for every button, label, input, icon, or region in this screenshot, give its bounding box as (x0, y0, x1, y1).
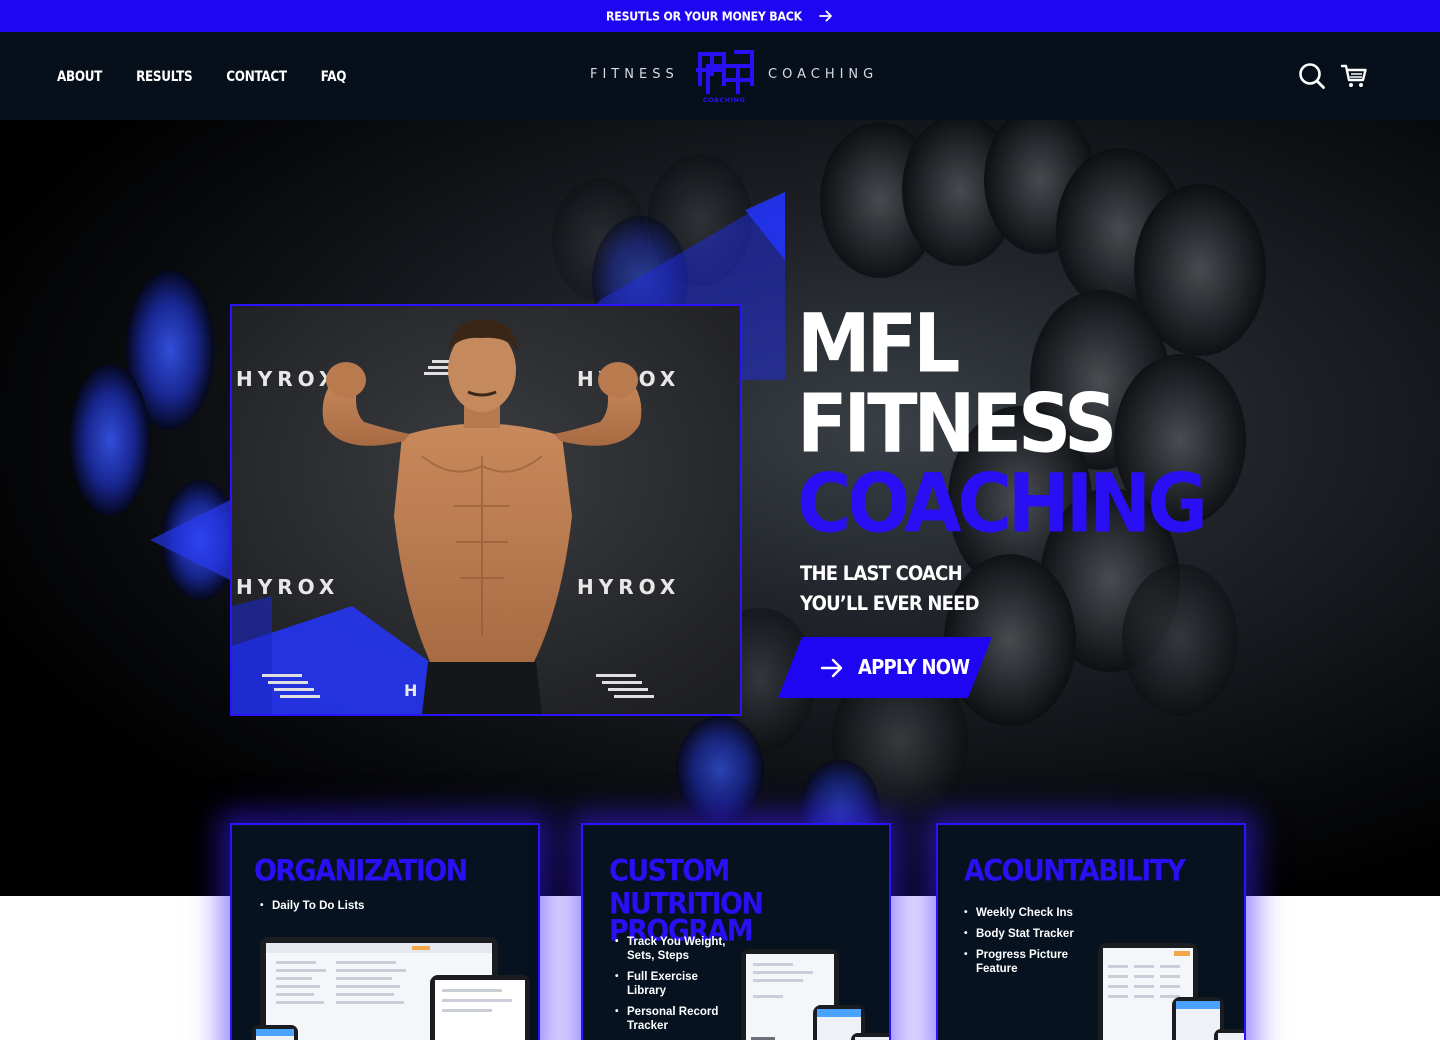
site-logo[interactable]: FITNESS COACHING COACHING (590, 46, 882, 108)
svg-text:HYROX: HYROX (236, 575, 339, 599)
card-title: ACOUNTABILITY (964, 853, 1186, 888)
list-item: Weekly Check Ins (964, 906, 1104, 920)
card-feature-list: Daily To Do Lists (260, 899, 420, 920)
search-icon[interactable] (1298, 62, 1326, 90)
card-title: CUSTOM NUTRITION PROGRAM (609, 853, 764, 948)
card-feature-list: Track You Weight, Sets, Steps Full Exerc… (615, 935, 727, 1040)
feature-card-nutrition: CUSTOM NUTRITION PROGRAM Track You Weigh… (581, 823, 891, 1040)
tablet-phone-mockup (1098, 943, 1244, 1040)
list-item: Progress Picture Feature (964, 948, 1076, 976)
hero-title-line1: MFL (797, 296, 960, 392)
nav-faq[interactable]: FAQ (321, 68, 347, 85)
nav-results[interactable]: RESULTS (136, 68, 193, 85)
hero-subtitle: THE LAST COACH YOU’LL EVER NEED (800, 558, 980, 618)
list-item: Daily To Do Lists (260, 899, 420, 913)
announcement-bar[interactable]: RESUTLS OR YOUR MONEY BACK (0, 0, 1440, 32)
nav-about[interactable]: ABOUT (57, 68, 102, 85)
laptop-mockup (252, 937, 530, 1040)
list-item: Body Stat Tracker (964, 927, 1104, 941)
hero-title-line2: FITNESS (797, 376, 1117, 472)
monogram-logo-icon: COACHING (696, 50, 754, 104)
hero-section: HYROX HYROX HYROX HYROX (0, 120, 1440, 896)
list-item: Personal Record Tracker (615, 1005, 727, 1033)
logo-word-coaching: COACHING (768, 67, 879, 82)
header-actions (1298, 62, 1368, 90)
site-header: ABOUT RESULTS CONTACT FAQ FITNESS COACHI… (0, 32, 1440, 120)
coach-photo-illustration: HYROX HYROX HYROX HYROX (232, 306, 740, 714)
monogram-caption: COACHING (703, 96, 746, 104)
svg-text:HYROX: HYROX (236, 367, 339, 391)
svg-text:H: H (404, 681, 417, 700)
hero-subtitle-line1: THE LAST COACH (800, 562, 963, 586)
tablet-phone-mockup (741, 949, 889, 1040)
feature-card-organization: ORGANIZATION Daily To Do Lists (230, 823, 540, 1040)
card-feature-list: Weekly Check Ins Body Stat Tracker Progr… (964, 906, 1104, 983)
card-title: ORGANIZATION (254, 853, 468, 888)
cart-icon[interactable] (1340, 62, 1368, 90)
arrow-right-icon (819, 10, 832, 22)
hero-title: MFL FITNESS COACHING (797, 296, 1208, 548)
apply-now-button[interactable]: APPLY NOW (778, 637, 992, 698)
svg-text:HYROX: HYROX (577, 575, 680, 599)
hero-subtitle-line2: YOU’LL EVER NEED (800, 592, 980, 616)
list-item: Track You Weight, Sets, Steps (615, 935, 727, 963)
apply-now-label: APPLY NOW (858, 655, 970, 680)
arrow-right-icon (820, 658, 843, 677)
main-nav: ABOUT RESULTS CONTACT FAQ (57, 32, 347, 120)
hero-title-line3: COACHING (797, 456, 1208, 552)
announcement-text[interactable]: RESUTLS OR YOUR MONEY BACK (606, 9, 802, 24)
feature-card-accountability: ACOUNTABILITY Weekly Check Ins Body Stat… (936, 823, 1246, 1040)
nav-contact[interactable]: CONTACT (226, 68, 287, 85)
logo-word-fitness: FITNESS (590, 67, 679, 82)
coach-photo: HYROX HYROX HYROX HYROX (230, 304, 742, 716)
list-item: Full Exercise Library (615, 970, 727, 998)
